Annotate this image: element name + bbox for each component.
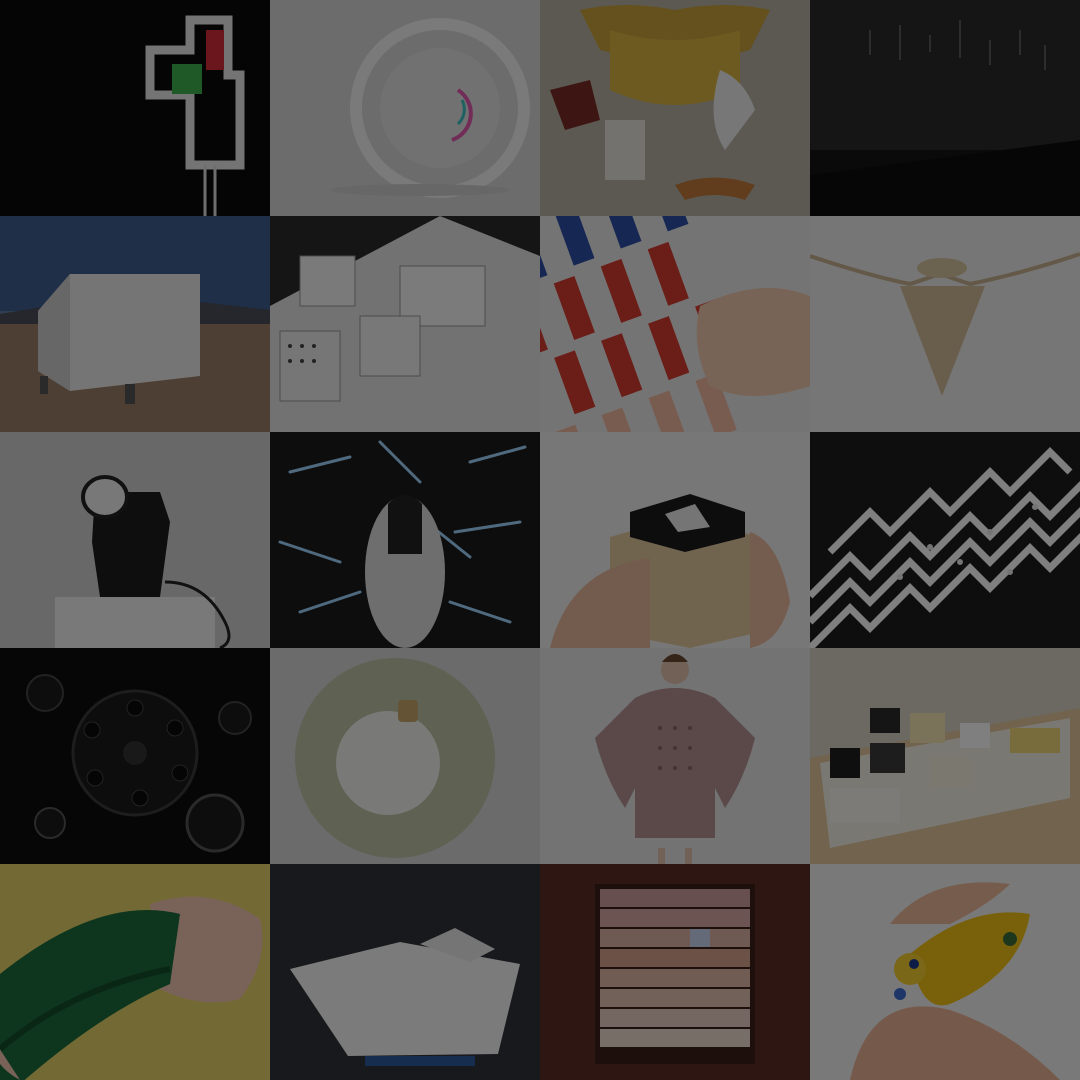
dark-gallery-icon <box>810 0 1080 216</box>
architecture-model-icon <box>270 216 540 432</box>
zebra-crossing-icon <box>810 432 1080 648</box>
gallery-tile[interactable] <box>270 0 540 216</box>
light-sticks-installation-icon <box>270 432 540 648</box>
gallery-tile[interactable] <box>540 0 810 216</box>
pendant-lamp-icon <box>810 216 1080 432</box>
wrist-brace-icon <box>0 864 270 1080</box>
desert-cabin-icon <box>0 216 270 432</box>
gallery-tile[interactable] <box>0 432 270 648</box>
gallery-tile[interactable] <box>270 864 540 1080</box>
fashion-model-icon <box>540 648 810 864</box>
block-set-icon <box>810 648 1080 864</box>
gallery-tile[interactable] <box>0 648 270 864</box>
gallery-tile[interactable] <box>0 864 270 1080</box>
gallery-tile[interactable] <box>270 432 540 648</box>
gallery-tile[interactable] <box>810 432 1080 648</box>
gallery-tile[interactable] <box>540 864 810 1080</box>
wooden-stamp-icon <box>540 432 810 648</box>
color-blocks-icon <box>540 216 810 432</box>
gallery-tile[interactable] <box>810 216 1080 432</box>
fur-lamp-icon <box>270 648 540 864</box>
gallery-tile[interactable] <box>810 0 1080 216</box>
gallery-tile[interactable] <box>270 216 540 432</box>
yellow-toy-icon <box>810 864 1080 1080</box>
watch-parts-icon <box>0 648 270 864</box>
neon-sign-icon <box>0 0 270 216</box>
pentagon-table-icon <box>270 864 540 1080</box>
garment-display-icon <box>540 0 810 216</box>
gallery-tile[interactable] <box>270 648 540 864</box>
gallery-tile[interactable] <box>0 0 270 216</box>
image-grid-gallery <box>0 0 1080 1080</box>
gallery-tile[interactable] <box>0 216 270 432</box>
ring-lamp-icon <box>270 0 540 216</box>
gallery-tile[interactable] <box>540 216 810 432</box>
speaker-device-icon <box>0 432 270 648</box>
gallery-tile[interactable] <box>810 648 1080 864</box>
gallery-tile[interactable] <box>540 648 810 864</box>
gallery-tile[interactable] <box>810 864 1080 1080</box>
gallery-tile[interactable] <box>540 432 810 648</box>
swatch-shelf-icon <box>540 864 810 1080</box>
